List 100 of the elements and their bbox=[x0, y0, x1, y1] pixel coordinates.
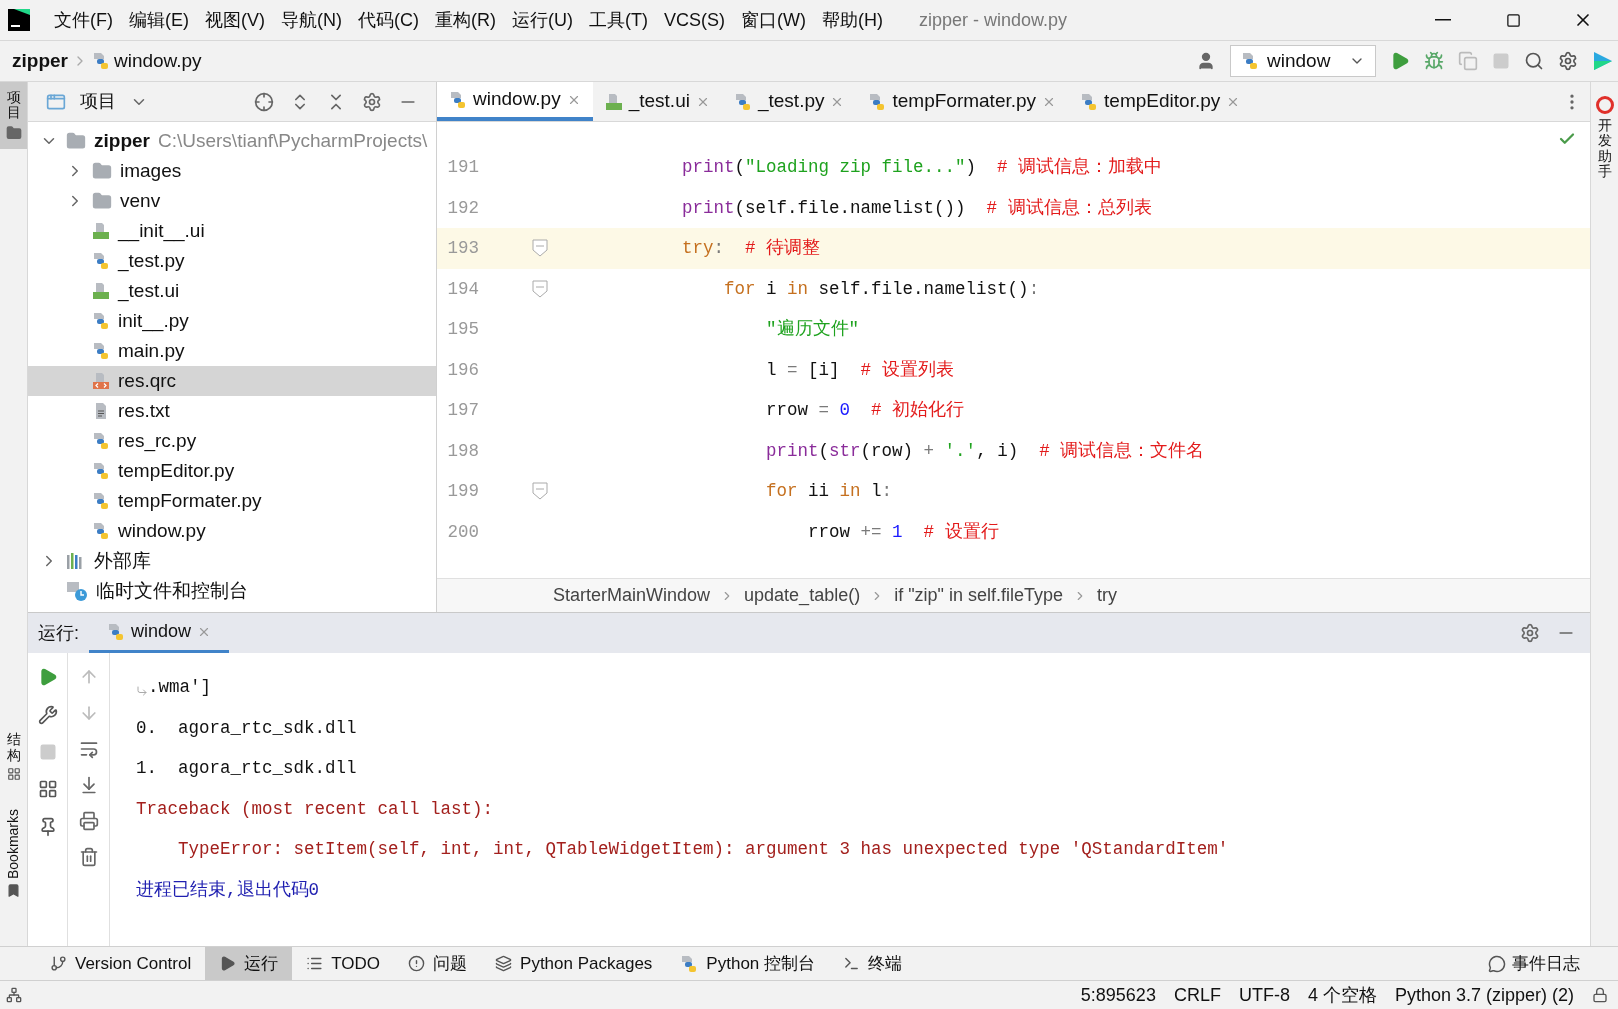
editor-tab[interactable]: tempFormater.py bbox=[856, 82, 1069, 121]
menu-item[interactable]: 导航(N) bbox=[273, 6, 350, 34]
tree-item[interactable]: venv bbox=[28, 186, 436, 216]
tree-item[interactable]: _test.py bbox=[28, 246, 436, 276]
event-log-button[interactable]: 事件日志 bbox=[1488, 947, 1618, 980]
python-icon bbox=[680, 954, 699, 973]
tree-item[interactable]: __init__.ui bbox=[28, 216, 436, 246]
lock-icon[interactable] bbox=[1592, 987, 1608, 1003]
line-number: 194 bbox=[446, 277, 479, 301]
fold-marker-icon[interactable] bbox=[532, 279, 548, 298]
list-icon bbox=[306, 955, 324, 972]
breadcrumb-item[interactable]: if "zip" in self.fileType bbox=[894, 582, 1063, 609]
menu-item[interactable]: 帮助(H) bbox=[813, 6, 891, 34]
console-line: TypeError: setItem(self, int, int, QTableWidgetItem): argument 3 has unexpected type 'QStandardItem' bbox=[177, 838, 1229, 862]
play-icon bbox=[219, 955, 237, 972]
tool-window-label[interactable]: 结构 bbox=[6, 732, 21, 763]
locate-icon[interactable] bbox=[254, 91, 274, 112]
settings-icon[interactable] bbox=[1520, 623, 1540, 643]
trash-icon[interactable] bbox=[78, 847, 99, 867]
panel-title[interactable]: 项目 bbox=[80, 88, 116, 115]
user-icon[interactable] bbox=[1196, 51, 1216, 71]
maximize-icon bbox=[1505, 12, 1521, 28]
editor-tab[interactable]: _test.py bbox=[721, 82, 857, 121]
tool-window-label[interactable]: 开发助手 bbox=[1597, 118, 1612, 180]
tree-item[interactable]: tempFormater.py bbox=[28, 486, 436, 516]
folder-icon bbox=[66, 131, 86, 151]
tool-window-button[interactable]: 运行 bbox=[205, 947, 293, 980]
python-file-icon bbox=[92, 252, 110, 270]
editor-tab[interactable]: _test.ui bbox=[592, 82, 722, 121]
fold-marker-icon[interactable] bbox=[532, 239, 548, 258]
menu-item[interactable]: 运行(U) bbox=[504, 6, 581, 34]
branch-icon bbox=[50, 955, 67, 972]
speech-bubble-icon bbox=[1488, 954, 1506, 973]
tool-window-button[interactable]: TODO bbox=[292, 947, 395, 980]
panel-title: 运行: bbox=[37, 621, 80, 645]
console-line: 进程已结束,退出代码0 bbox=[136, 878, 319, 902]
breadcrumb-item[interactable]: try bbox=[1097, 582, 1117, 609]
status-item[interactable]: 4 个空格 bbox=[1307, 981, 1377, 1009]
tree-item[interactable]: main.py bbox=[28, 336, 436, 366]
tool-window-button[interactable]: Version Control bbox=[36, 947, 206, 980]
print-icon[interactable] bbox=[78, 811, 99, 831]
tree-item[interactable]: 临时文件和控制台 bbox=[28, 576, 436, 606]
python-file-icon bbox=[733, 92, 752, 111]
tool-window-button[interactable]: 终端 bbox=[829, 947, 916, 980]
tree-item[interactable]: res_rc.py bbox=[28, 426, 436, 456]
run-tab[interactable]: window bbox=[89, 613, 230, 653]
status-item[interactable]: Python 3.7 (zipper) (2) bbox=[1394, 981, 1574, 1009]
status-item[interactable]: 5:895623 bbox=[1080, 981, 1156, 1009]
tool-window-button[interactable]: Python Packages bbox=[481, 947, 667, 980]
fold-marker-icon[interactable] bbox=[532, 482, 548, 501]
python-icon bbox=[1241, 52, 1259, 70]
tree-item[interactable]: images bbox=[28, 156, 436, 186]
qt-file-icon bbox=[92, 222, 110, 240]
breadcrumb-item[interactable]: zipper bbox=[12, 46, 68, 76]
tool-window-label[interactable]: Bookmarks bbox=[3, 808, 24, 879]
console-line: .wma'] bbox=[148, 676, 211, 700]
menu-item[interactable]: 编辑(E) bbox=[121, 6, 197, 34]
menu-item[interactable]: 视图(V) bbox=[197, 6, 273, 34]
tree-item[interactable]: res.qrc bbox=[28, 366, 436, 396]
layout-icon[interactable] bbox=[37, 779, 58, 799]
tree-item[interactable]: _test.ui bbox=[28, 276, 436, 306]
settings-icon[interactable] bbox=[1558, 51, 1578, 71]
menu-item[interactable]: 代码(C) bbox=[350, 6, 427, 34]
tree-item[interactable]: zipper C:\Users\tianf\PycharmProjects\ bbox=[28, 126, 436, 156]
tool-window-label[interactable]: 项目 bbox=[6, 90, 21, 121]
breadcrumb-item[interactable]: update_table() bbox=[744, 582, 861, 609]
menu-item[interactable]: 窗口(W) bbox=[733, 6, 814, 34]
project-path: C:\Users\tianf\PycharmProjects\ bbox=[157, 128, 428, 153]
code-text: print(str(row) + '.', i) # 调试信息：文件名 bbox=[765, 439, 1206, 463]
tree-item[interactable]: res.txt bbox=[28, 396, 436, 426]
tool-window-button[interactable]: 问题 bbox=[394, 947, 482, 980]
debug-icon[interactable] bbox=[1424, 51, 1444, 71]
tree-item[interactable]: 外部库 bbox=[28, 546, 436, 576]
breadcrumb-item[interactable]: StarterMainWindow bbox=[553, 582, 711, 609]
status-item[interactable]: CRLF bbox=[1173, 981, 1221, 1009]
menu-item[interactable]: 文件(F) bbox=[46, 6, 121, 34]
console-line: Traceback (most recent call last): bbox=[136, 797, 494, 821]
toolbox-logo-icon[interactable] bbox=[1592, 50, 1614, 72]
editor-tab[interactable]: window.py bbox=[437, 82, 593, 121]
tree-item[interactable]: init__.py bbox=[28, 306, 436, 336]
scratch-console-icon bbox=[66, 581, 88, 601]
run-config-dropdown[interactable]: window bbox=[1230, 45, 1376, 77]
settings-icon[interactable] bbox=[362, 91, 382, 112]
editor-tab[interactable]: tempEditor.py bbox=[1068, 82, 1253, 121]
status-item[interactable]: UTF-8 bbox=[1238, 981, 1290, 1009]
wrench-icon[interactable] bbox=[37, 705, 58, 725]
tree-item[interactable]: tempEditor.py bbox=[28, 456, 436, 486]
run-icon[interactable] bbox=[1390, 51, 1410, 71]
menu-item[interactable]: 重构(R) bbox=[427, 6, 504, 34]
menu-item[interactable]: VCS(S) bbox=[655, 6, 733, 34]
soft-wrap-icon[interactable] bbox=[78, 739, 99, 759]
folder-icon bbox=[5, 124, 22, 141]
line-number: 196 bbox=[446, 358, 479, 382]
tree-item[interactable]: window.py bbox=[28, 516, 436, 546]
menu-item[interactable]: 工具(T) bbox=[581, 6, 656, 34]
search-icon[interactable] bbox=[1524, 51, 1544, 71]
console-line: 1. agora_rtc_sdk.dll bbox=[136, 757, 357, 781]
tool-window-button[interactable]: Python 控制台 bbox=[666, 947, 829, 980]
breadcrumb-item[interactable]: window.py bbox=[113, 46, 202, 76]
tool-window-tab[interactable]: 项目 bbox=[0, 82, 27, 149]
